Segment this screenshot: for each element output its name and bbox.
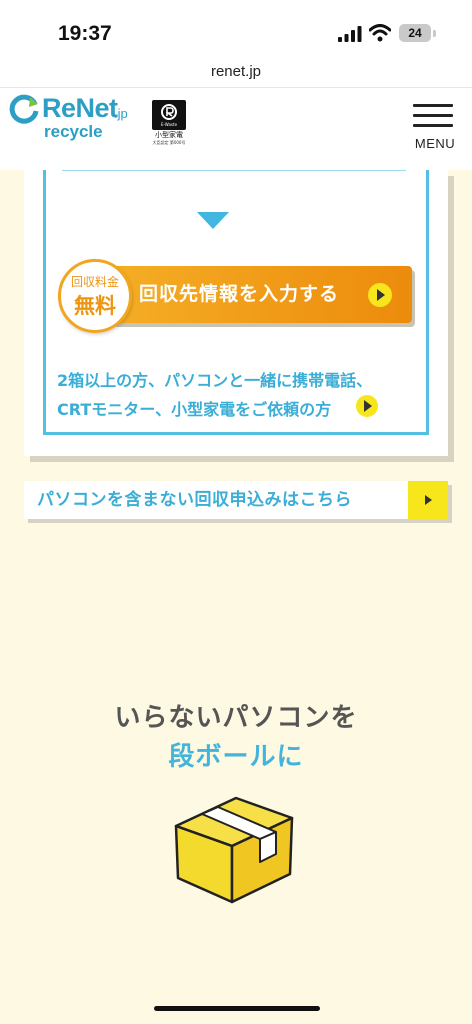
arrow-right-icon[interactable] — [356, 395, 378, 417]
badge-mark — [161, 104, 177, 120]
badge-box: E-Waste — [152, 100, 186, 130]
home-indicator[interactable] — [154, 1006, 320, 1011]
url-bar[interactable]: renet.jp — [0, 56, 472, 88]
status-time: 19:37 — [58, 22, 112, 45]
battery-icon: 24 — [399, 24, 431, 42]
down-triangle-icon — [197, 212, 229, 229]
site-header: ReNet .jp recycle E-Waste 小型家電 大臣認定 第000… — [0, 88, 472, 170]
menu-button[interactable]: MENU — [407, 102, 457, 152]
logo-name[interactable]: ReNet — [42, 93, 118, 124]
menu-bar — [413, 124, 453, 127]
wifi-icon — [369, 24, 391, 42]
badge-small: 大臣認定 第000号 — [152, 140, 186, 145]
menu-label: MENU — [414, 136, 456, 151]
menu-bar — [413, 104, 453, 107]
status-bar: 19:37 24 — [0, 0, 472, 56]
card-divider — [62, 170, 406, 171]
signal-icon — [338, 26, 362, 42]
cta-label: 回収先情報を入力する — [139, 283, 340, 305]
e-waste-badge-icon: E-Waste 小型家電 大臣認定 第000号 — [152, 100, 186, 148]
battery-level: 24 — [408, 26, 422, 40]
note-line-1: 2箱以上の方、パソコンと一緒に携帯電話、 — [57, 371, 373, 390]
badge-tag: E-Waste — [160, 122, 178, 127]
arrow-right-icon — [408, 481, 448, 519]
url-text: renet.jp — [210, 63, 262, 80]
section-headline-line2: 段ボールに — [168, 742, 304, 772]
badge-label: 小型家電 — [155, 131, 183, 139]
battery-tip — [433, 30, 436, 37]
logo-suffix: .jp — [114, 106, 128, 121]
renet-logo-icon[interactable] — [9, 94, 39, 124]
non-pc-pickup-link[interactable]: パソコンを含まない回収申込みはこちら — [24, 481, 448, 519]
menu-bar — [413, 114, 453, 117]
section-headline-line1: いらないパソコンを — [114, 703, 358, 733]
free-badge-big: 無料 — [74, 294, 116, 318]
free-badge-small: 回収料金 — [70, 275, 119, 289]
free-of-charge-badge: 回収料金 無料 — [58, 259, 132, 333]
arrow-right-icon — [368, 283, 392, 307]
logo-subtitle: recycle — [44, 122, 103, 141]
link-label: パソコンを含まない回収申込みはこちら — [37, 490, 352, 510]
cardboard-box-icon — [174, 796, 294, 904]
